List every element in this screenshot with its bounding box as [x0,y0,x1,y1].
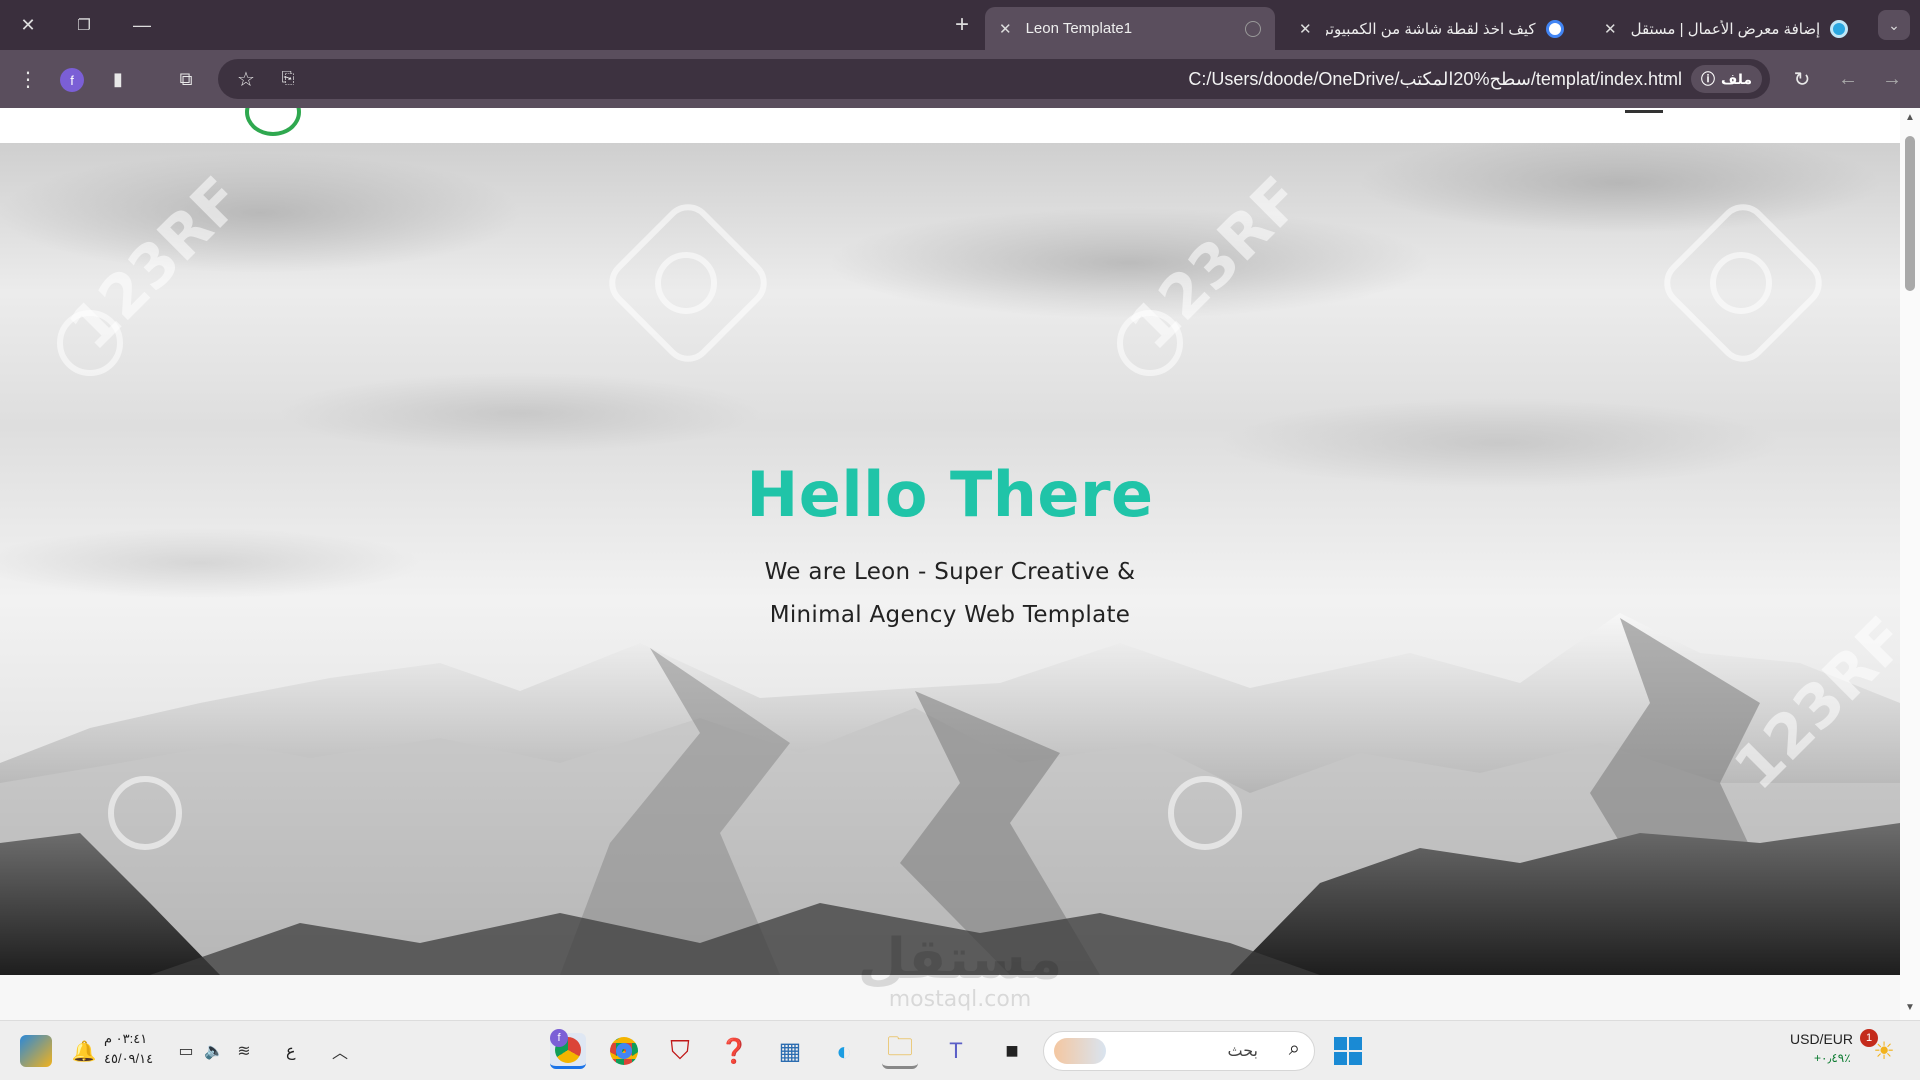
notification-badge: 1 [1860,1029,1878,1047]
tab-title: إضافة معرض الأعمال | مستقل [1630,20,1821,38]
site-info-chip[interactable]: ⓘ ملف [1690,65,1762,93]
chrome-profile-badge: f [550,1029,568,1047]
get-help-icon[interactable]: ❓ [716,1033,752,1069]
restore-window-icon[interactable]: ❐ [66,10,102,40]
scroll-thumb[interactable] [1905,136,1915,291]
notification-bell-icon[interactable]: 🔔 [66,1033,102,1069]
menu-kebab-icon[interactable]: ⋮ [12,63,44,95]
tab-close-icon[interactable]: ✕ [1604,20,1617,38]
currency-pair[interactable]: USD/EUR [1790,1031,1853,1047]
show-hidden-icons-chevron-icon[interactable]: ︿ [322,1033,358,1069]
terminal-icon[interactable]: ■ [994,1033,1030,1069]
mcafee-icon[interactable]: ⛉ [662,1033,698,1069]
weather-widget-icon[interactable] [20,1035,52,1067]
address-bar[interactable]: ☆ ⎘ C:/Users/doode/OneDrive/سطح%20المكتب… [218,59,1770,99]
page-viewport: 123RF 123RF 123RF Hello There We are Leo… [0,108,1900,1020]
forward-arrow-icon[interactable]: → [1876,63,1908,95]
browser-tab-bar: ✕ ❐ — + ✕ Leon Template1 ✕ كيف اخذ لقطة … [0,0,1920,50]
browser-toolbar: ⋮ ▮ ⧉ ☆ ⎘ C:/Users/doode/OneDrive/سطح%20… [0,50,1920,108]
mostaql-icon [1830,19,1849,38]
site-logo[interactable] [245,108,301,136]
hero-title: Hello There [746,458,1154,531]
next-section: مستقل mostaql.com [0,927,1900,1020]
tab-title: Leon Template1 [1025,20,1133,37]
profile-avatar[interactable]: f [60,68,84,92]
tab-mute-icon[interactable] [1245,20,1261,37]
windows-taskbar: 🔔 ٠٣:٤١ م ٤٥/٠٩/١٤ ▭ 🔈 ≋ ع ︿ f ⛉ ❓ ▦ ◐ 🗀… [0,1020,1920,1080]
info-icon: ⓘ [1700,71,1715,87]
extensions-icon[interactable]: ⧉ [170,63,202,95]
url-text[interactable]: C:/Users/doode/OneDrive/سطح%20المكتب/tem… [1188,69,1682,90]
wifi-icon[interactable]: ≋ [226,1033,262,1069]
tab-search-chevron-icon[interactable]: ⌄ [1878,10,1910,40]
tab-close-icon[interactable]: ✕ [1299,20,1312,38]
bookmark-star-icon[interactable]: ☆ [230,63,262,95]
language-indicator[interactable]: ع [286,1041,296,1061]
tab-mostaql-portfolio[interactable]: ✕ إضافة معرض الأعمال | مستقل [1590,7,1870,50]
file-explorer-icon[interactable]: 🗀 [882,1031,918,1069]
scroll-down-arrow-icon[interactable]: ▼ [1905,1002,1915,1016]
site-chip-label: ملف [1720,70,1752,87]
taskbar-search[interactable]: بحث ⌕ [1043,1031,1315,1071]
screen: ✕ ❐ — + ✕ Leon Template1 ✕ كيف اخذ لقطة … [0,0,1920,1080]
teams-icon[interactable]: T [938,1033,974,1069]
google-icon [1545,19,1564,38]
sidebar-icon[interactable]: ▮ [102,63,134,95]
minimize-window-icon[interactable]: — [124,10,160,40]
tab-screenshot-article[interactable]: ✕ كيف اخذ لقطة شاشة من الكمبيوتر [1285,7,1585,50]
edge-icon[interactable]: ◐ [826,1033,862,1069]
microsoft-store-icon[interactable]: ▦ [772,1033,808,1069]
tab-leon-template[interactable]: ✕ Leon Template1 [985,7,1275,50]
hero-subtitle-line: Minimal Agency Web Template [769,602,1131,628]
back-arrow-icon[interactable]: ← [1832,63,1864,95]
search-highlight-icon [1054,1038,1106,1064]
hero-section: 123RF 123RF 123RF Hello There We are Leo… [0,143,1900,975]
reload-icon[interactable]: ↻ [1786,63,1818,95]
windows-start-icon[interactable] [1330,1033,1366,1069]
tab-title: كيف اخذ لقطة شاشة من الكمبيوتر [1325,20,1536,38]
tab-close-icon[interactable]: ✕ [999,20,1012,38]
translate-icon[interactable]: ⎘ [272,63,304,95]
active-nav-indicator [1625,110,1663,113]
search-placeholder: بحث [1227,1043,1259,1060]
clock-time[interactable]: ٠٣:٤١ م [104,1031,147,1047]
hero-subtitle: We are Leon - Super Creative & Minimal A… [0,551,1900,637]
close-window-icon[interactable]: ✕ [10,10,46,40]
clock-date[interactable]: ٤٥/٠٩/١٤ [104,1051,153,1067]
search-icon: ⌕ [1288,1038,1300,1060]
chrome-app-icon[interactable] [606,1033,642,1069]
footer-watermark-sub: mostaql.com [888,987,1032,1012]
hero-subtitle-line: We are Leon - Super Creative & [764,559,1136,585]
currency-change: +٠٫٤٩٪ [1814,1051,1851,1065]
new-tab-button[interactable]: + [944,10,980,40]
page-scrollbar[interactable]: ▲ ▼ [1900,108,1920,1020]
site-header [0,108,1900,143]
scroll-up-arrow-icon[interactable]: ▲ [1905,112,1915,126]
footer-watermark: مستقل [857,927,1063,992]
